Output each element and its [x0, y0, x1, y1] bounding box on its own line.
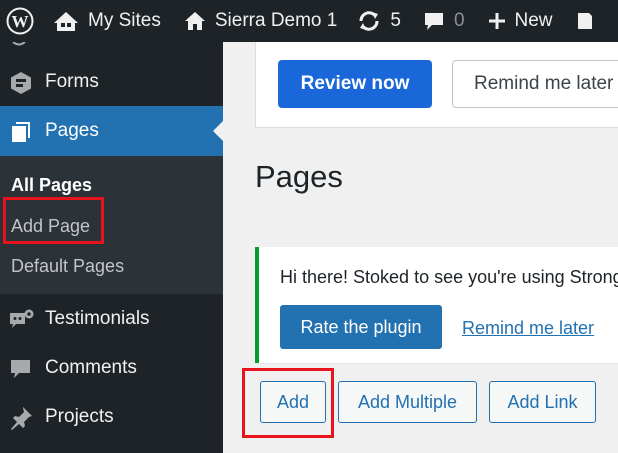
- svg-text:W: W: [12, 12, 29, 31]
- seo-plugin-icon: [577, 13, 592, 29]
- pages-icon: [12, 122, 30, 142]
- sidebar-item-label: Pages: [45, 120, 99, 141]
- submenu-item-all-pages[interactable]: All Pages: [11, 175, 92, 196]
- admin-bar: W My Sites Sierra Demo 1 5 0 New: [0, 0, 618, 42]
- sidebar-item-label: Forms: [45, 71, 99, 92]
- my-sites-icon: [54, 12, 78, 31]
- submenu-item-add-page[interactable]: Add Page: [11, 216, 90, 237]
- main-content: Review now Remind me later Pages Hi ther…: [223, 42, 618, 453]
- wordpress-logo-button[interactable]: W: [2, 0, 38, 42]
- rate-plugin-button[interactable]: Rate the plugin: [280, 305, 442, 349]
- updates-menu[interactable]: 5: [357, 0, 401, 42]
- site-name-menu[interactable]: Sierra Demo 1: [183, 0, 338, 42]
- plus-icon: [488, 13, 505, 29]
- add-multiple-button[interactable]: Add Multiple: [338, 381, 477, 423]
- sidebar-item-label: Testimonials: [45, 308, 150, 329]
- partial-menu-icon: [12, 42, 26, 46]
- review-now-button[interactable]: Review now: [278, 60, 432, 108]
- my-sites-menu[interactable]: My Sites: [52, 0, 161, 42]
- comments-menu[interactable]: 0: [423, 0, 465, 42]
- comments-icon: [11, 360, 30, 378]
- new-label: New: [514, 10, 553, 31]
- new-content-menu[interactable]: New: [487, 0, 553, 42]
- testimonials-icon: [10, 309, 34, 328]
- sidebar-item-label: Projects: [45, 406, 114, 427]
- my-sites-label: My Sites: [88, 10, 161, 31]
- comments-count: 0: [453, 10, 465, 31]
- site-name-label: Sierra Demo 1: [214, 10, 338, 31]
- submenu-item-default-pages[interactable]: Default Pages: [11, 256, 124, 277]
- add-link-button[interactable]: Add Link: [489, 381, 596, 423]
- pages-submenu: All Pages Add Page Default Pages: [0, 156, 223, 294]
- wordpress-icon: W: [6, 7, 34, 35]
- review-request-notice: Review now Remind me later: [255, 42, 618, 128]
- comment-bubble-icon: [424, 13, 443, 30]
- sidebar-item-label: Comments: [45, 357, 137, 378]
- active-menu-arrow: [213, 121, 223, 141]
- forms-icon: [11, 72, 31, 94]
- updates-icon: [359, 11, 379, 31]
- page-title: Pages: [255, 159, 343, 194]
- notice-message: Hi there! Stoked to see you're using Str…: [280, 267, 618, 287]
- updates-count: 5: [390, 10, 401, 31]
- remind-me-later-link[interactable]: Remind me later: [462, 318, 594, 339]
- seo-plugin-menu[interactable]: [575, 0, 595, 42]
- sidebar-item-comments[interactable]: Comments: [0, 343, 223, 393]
- add-button[interactable]: Add: [260, 381, 326, 423]
- plugin-rating-notice: Hi there! Stoked to see you're using Str…: [255, 247, 618, 363]
- sidebar-item-projects[interactable]: Projects: [0, 392, 223, 442]
- sidebar-item-pages[interactable]: Pages: [0, 106, 223, 156]
- admin-sidebar: Forms Pages All Pages Add Page Default P…: [0, 42, 223, 453]
- pin-icon: [11, 407, 32, 430]
- sidebar-item-testimonials[interactable]: Testimonials: [0, 294, 223, 344]
- sidebar-item-forms[interactable]: Forms: [0, 57, 223, 107]
- remind-me-later-button[interactable]: Remind me later: [452, 60, 618, 108]
- home-icon: [184, 12, 205, 30]
